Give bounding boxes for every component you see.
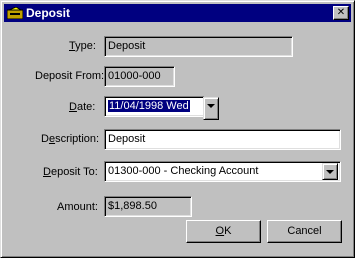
deposit-from-field: 01000-000 [104, 66, 175, 87]
ok-button-mnemonic: O [215, 225, 225, 237]
description-label: Description: [41, 133, 100, 145]
date-input[interactable]: 11/04/1998 Wed [104, 96, 205, 117]
close-icon: ✕ [336, 7, 346, 18]
title-bar[interactable]: Deposit ✕ [4, 4, 351, 22]
deposit-to-value: 01300-000 - Checking Account [108, 165, 259, 177]
ok-button-label: K [224, 225, 232, 237]
window-title: Deposit [26, 6, 71, 20]
date-input-value: 11/04/1998 Wed [108, 100, 190, 112]
date-dropdown-button[interactable] [203, 97, 219, 120]
date-label: Date: [69, 101, 96, 113]
cancel-button[interactable]: Cancel [267, 220, 342, 243]
deposit-to-select[interactable]: 01300-000 - Checking Account [104, 161, 341, 182]
amount-field: $1,898.50 [104, 196, 192, 217]
deposit-to-dropdown-button[interactable] [322, 163, 338, 180]
amount-label: Amount: [57, 201, 98, 213]
date-label-mnemonic: D [69, 101, 77, 113]
deposit-from-label: Deposit From: [35, 70, 105, 82]
type-field: Deposit [104, 36, 293, 57]
deposit-dialog: Deposit ✕ Type: Deposit Deposit From: 01… [0, 0, 355, 258]
type-label: Type: [69, 40, 96, 52]
deposit-to-label: Deposit To: [43, 166, 98, 178]
description-input[interactable]: Deposit [104, 129, 341, 150]
close-button[interactable]: ✕ [333, 6, 349, 20]
deposit-to-label-mnemonic: D [43, 166, 51, 178]
deposit-icon [7, 7, 23, 19]
ok-button[interactable]: OK [186, 220, 261, 243]
